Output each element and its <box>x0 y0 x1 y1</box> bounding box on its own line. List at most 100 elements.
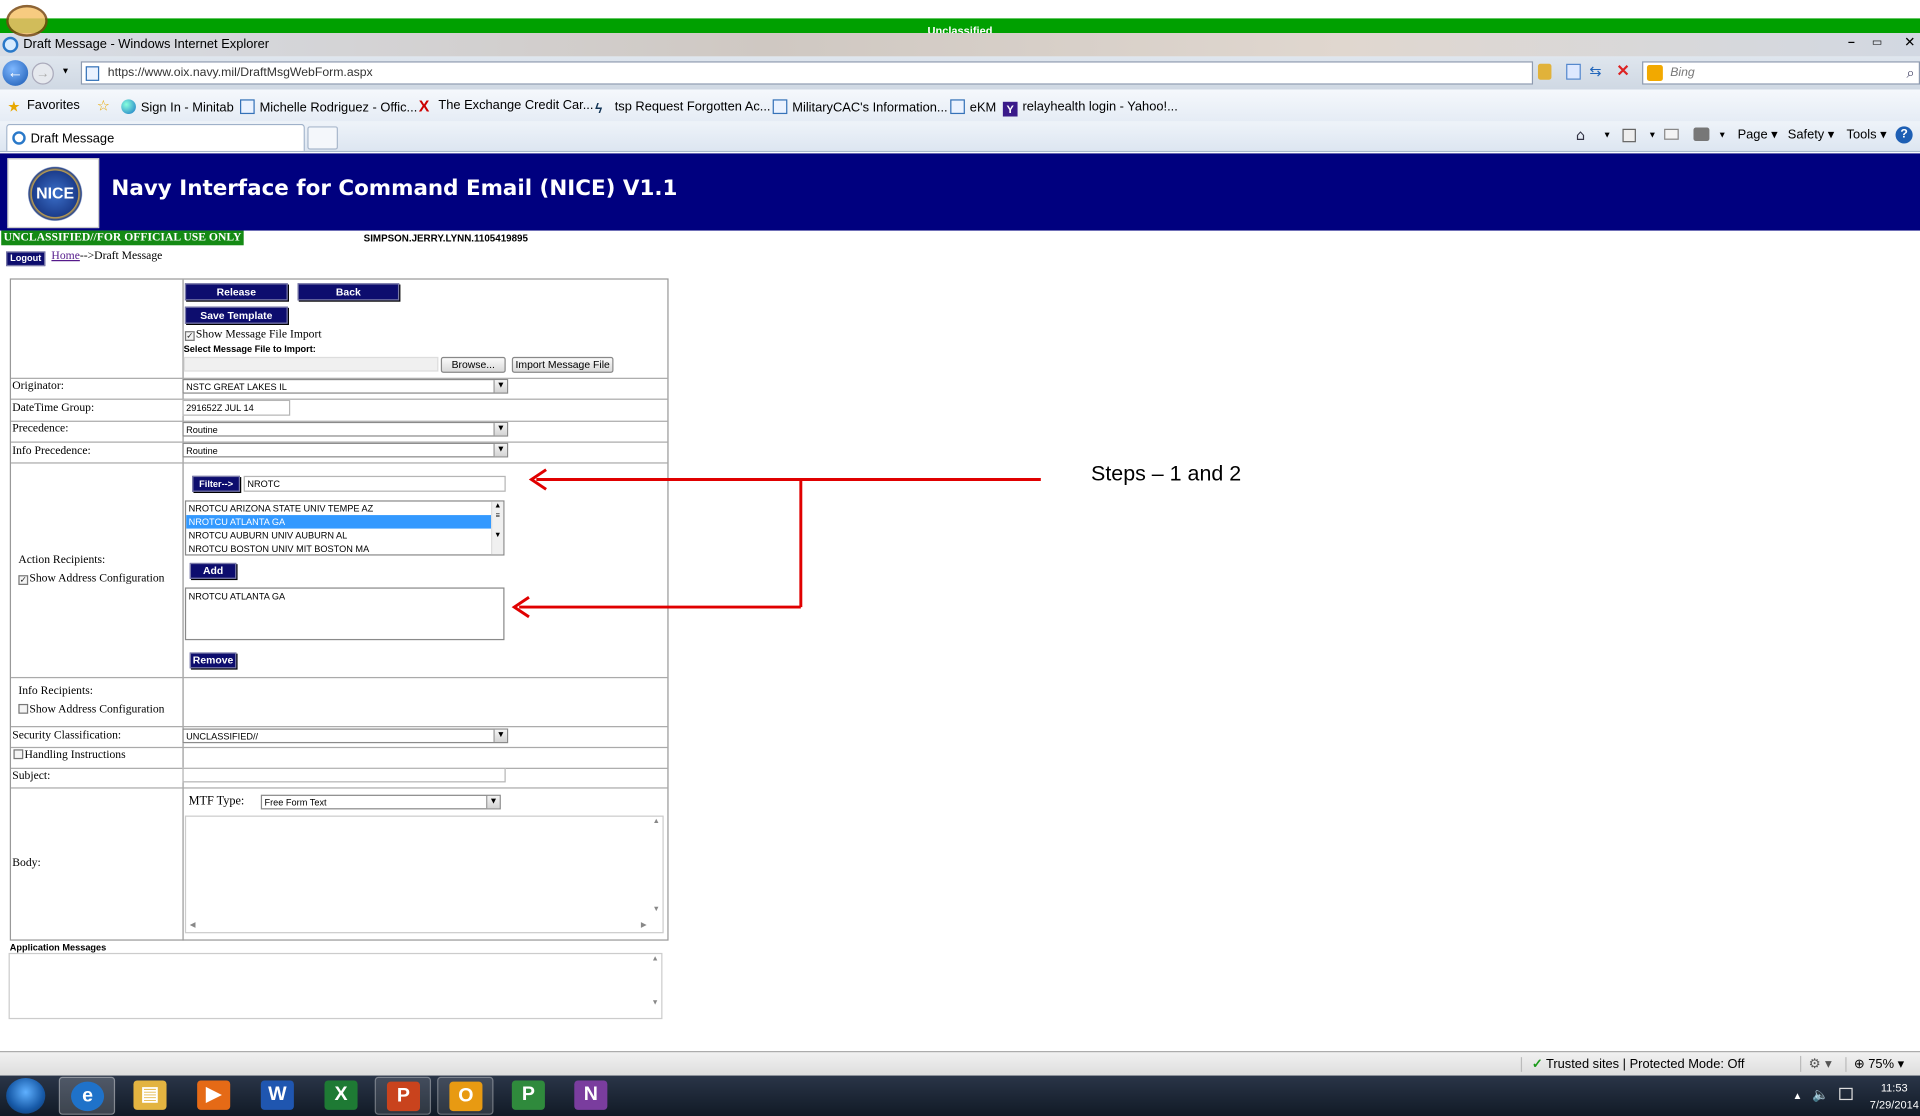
list-item[interactable]: NROTCU ARIZONA STATE UNIV TEMPE AZ <box>186 502 491 515</box>
security-tools-icon[interactable]: ⚙ ▾ <box>1800 1055 1832 1072</box>
taskbar-media[interactable]: ▶ <box>186 1077 242 1115</box>
new-tab-button[interactable] <box>307 126 338 150</box>
minimize-button[interactable]: – <box>1842 36 1862 51</box>
taskbar-project[interactable]: P <box>501 1077 557 1115</box>
taskbar-powerpoint[interactable]: P <box>374 1076 432 1115</box>
taskbar-word[interactable]: W <box>250 1077 306 1115</box>
read-mail-icon[interactable] <box>1664 128 1679 140</box>
security-zone[interactable]: ✓ Trusted sites | Protected Mode: Off <box>1520 1057 1744 1072</box>
import-message-file-button[interactable]: Import Message File <box>511 356 614 373</box>
tab-draft-message[interactable]: Draft Message <box>6 123 305 151</box>
network-icon[interactable] <box>1839 1087 1853 1101</box>
action-recipient-item[interactable]: NROTCU ATLANTA GA <box>186 589 503 605</box>
chevron-down-icon[interactable]: ▼ <box>493 729 507 742</box>
recent-pages-dropdown-icon[interactable]: ▼ <box>61 67 69 76</box>
handling-checkbox[interactable] <box>13 749 24 760</box>
save-template-button[interactable]: Save Template <box>184 306 288 324</box>
feeds-icon[interactable] <box>1622 128 1636 143</box>
body-hscroll[interactable]: ◀ ▶ <box>186 920 650 932</box>
taskbar-outlook[interactable]: O <box>437 1076 494 1115</box>
back-button[interactable]: Back <box>297 283 400 301</box>
precedence-select[interactable]: Routine ▼ <box>182 421 509 437</box>
safety-menu[interactable]: Safety ▾ <box>1788 128 1835 143</box>
list-item-selected[interactable]: NROTCU ATLANTA GA <box>186 515 492 529</box>
chevron-down-icon[interactable]: ▼ <box>1718 131 1726 140</box>
compatibility-icon[interactable] <box>1566 63 1581 80</box>
address-text[interactable]: https://www.oix.navy.mil/DraftMsgWebForm… <box>108 66 373 79</box>
zoom-control[interactable]: ⊕ 75% ▾ <box>1845 1057 1904 1072</box>
show-import-checkbox-row[interactable]: ✓ Show Message File Import <box>184 329 322 341</box>
action-show-address-row[interactable]: ✓ Show Address Configuration <box>18 573 164 585</box>
handling-row[interactable]: Handling Instructions <box>13 749 126 762</box>
fav-item-ekm[interactable]: eKM <box>950 99 996 115</box>
address-bar[interactable]: https://www.oix.navy.mil/DraftMsgWebForm… <box>80 61 1534 85</box>
file-path-input[interactable] <box>183 356 439 372</box>
search-box[interactable]: Bing ⌕ <box>1642 61 1920 85</box>
tools-menu[interactable]: Tools ▾ <box>1847 128 1887 143</box>
list-item[interactable]: NROTCU BOSTON UNIV MIT BOSTON MA <box>186 542 491 554</box>
taskbar-onenote[interactable]: N <box>563 1077 619 1115</box>
print-icon[interactable] <box>1693 127 1710 142</box>
chevron-down-icon[interactable]: ▼ <box>1603 131 1611 140</box>
clock-time[interactable]: 11:53 <box>1881 1082 1908 1094</box>
start-button[interactable] <box>6 1078 46 1114</box>
chevron-down-icon[interactable]: ▼ <box>493 380 507 393</box>
remove-button[interactable]: Remove <box>189 652 237 669</box>
volume-icon[interactable]: 🔈 <box>1812 1087 1829 1103</box>
taskbar-explorer[interactable]: ▤ <box>122 1077 178 1115</box>
page-menu[interactable]: Page ▾ <box>1738 128 1778 143</box>
taskbar-excel[interactable]: X <box>313 1077 369 1115</box>
show-import-checkbox[interactable]: ✓ <box>184 331 195 341</box>
lock-icon[interactable] <box>1537 63 1552 80</box>
app-messages-textarea[interactable]: ▲ ▼ <box>8 952 663 1020</box>
chevron-down-icon[interactable]: ▼ <box>486 795 500 809</box>
body-vscroll[interactable]: ▲ ▼ <box>650 817 662 920</box>
close-button[interactable]: ✕ <box>1904 34 1920 51</box>
list-item[interactable]: NROTCU AUBURN UNIV AUBURN AL <box>186 529 491 542</box>
tray-arrow-icon[interactable]: ▲ <box>1793 1090 1803 1101</box>
mtf-type-select[interactable]: Free Form Text ▼ <box>260 794 501 810</box>
restore-button[interactable]: ▭ <box>1867 36 1887 51</box>
logout-button[interactable]: Logout <box>6 251 46 267</box>
clock-date[interactable]: 7/29/2014 <box>1870 1099 1919 1111</box>
home-icon[interactable]: ⌂ <box>1576 126 1585 143</box>
info-show-address-checkbox[interactable] <box>18 703 29 714</box>
fav-item-minitab[interactable]: Sign In - Minitab <box>121 99 234 115</box>
originator-select[interactable]: NSTC GREAT LAKES IL ▼ <box>182 378 509 394</box>
back-nav-button[interactable]: ← <box>2 60 29 86</box>
row-divider <box>11 787 668 789</box>
stop-icon[interactable]: ✕ <box>1616 61 1629 81</box>
fav-item-michelle[interactable]: Michelle Rodriguez - Offic... <box>240 99 417 115</box>
breadcrumb-home-link[interactable]: Home <box>51 250 79 262</box>
messages-vscroll[interactable]: ▲ ▼ <box>649 954 661 1018</box>
forward-nav-button[interactable]: → <box>31 62 54 85</box>
dtg-input[interactable]: 291652Z JUL 14 <box>182 399 291 416</box>
browse-button[interactable]: Browse... <box>440 356 506 373</box>
action-recipients-box[interactable]: NROTCU ATLANTA GA <box>184 587 505 641</box>
help-icon[interactable]: ? <box>1895 126 1913 144</box>
chevron-down-icon[interactable]: ▼ <box>1648 131 1656 140</box>
search-icon[interactable]: ⌕ <box>1907 64 1915 82</box>
body-textarea[interactable]: ▲ ▼ ◀ ▶ <box>184 815 664 934</box>
security-select[interactable]: UNCLASSIFIED//▼ <box>182 728 509 744</box>
info-precedence-select[interactable]: Routine ▼ <box>182 442 509 458</box>
fav-item-militarycac[interactable]: MilitaryCAC's Information... <box>772 99 948 115</box>
filter-input[interactable]: NROTC <box>243 475 506 492</box>
recipient-listbox[interactable]: NROTCU ARIZONA STATE UNIV TEMPE AZ NROTC… <box>184 500 505 556</box>
fav-item-exchange[interactable]: X The Exchange Credit Car... <box>419 98 594 114</box>
tab-row: Draft Message ⌂ ▼ ▼ ▼ Page ▾ Safety ▾ To… <box>0 121 1920 153</box>
add-favorites-icon[interactable]: ☆ <box>97 97 110 114</box>
add-button[interactable]: Add <box>189 562 237 579</box>
favorites-button[interactable]: ★ Favorites <box>7 98 79 114</box>
subject-input[interactable] <box>182 767 506 783</box>
filter-button[interactable]: Filter--> <box>192 475 241 492</box>
refresh-icon[interactable]: ⇆ <box>1589 63 1601 80</box>
taskbar-ie[interactable]: e <box>58 1076 116 1115</box>
fav-item-relayhealth[interactable]: Yrelayhealth login - Yahoo!... <box>1002 99 1178 117</box>
chevron-down-icon[interactable]: ▼ <box>493 423 507 436</box>
release-button[interactable]: Release <box>184 283 288 301</box>
info-show-address-row[interactable]: Show Address Configuration <box>18 703 164 716</box>
fav-item-tsp[interactable]: ϟ tsp Request Forgotten Ac... <box>595 99 770 116</box>
chevron-down-icon[interactable]: ▼ <box>493 443 507 457</box>
action-show-address-checkbox[interactable]: ✓ <box>18 575 29 585</box>
